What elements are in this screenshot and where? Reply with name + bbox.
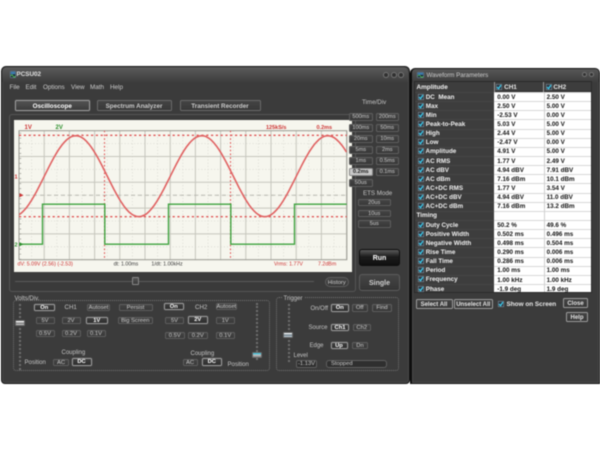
svg-text:1V: 1V [25,125,32,131]
svg-text:1/dt: 1.00kHz: 1/dt: 1.00kHz [151,262,183,268]
svg-text:7.2dBm: 7.2dBm [318,262,337,268]
svg-text:dV: 5.09V (2.56) (-2.53): dV: 5.09V (2.56) (-2.53) [18,262,74,268]
svg-text:Vrms: 1.77V: Vrms: 1.77V [274,262,303,268]
svg-text:2V: 2V [56,125,63,131]
svg-text:125kS/s: 125kS/s [266,125,287,131]
svg-text:0.2ms: 0.2ms [317,125,333,131]
svg-text:2: 2 [15,243,18,249]
svg-text:1: 1 [15,175,18,181]
svg-text:dt: 1.00ms: dt: 1.00ms [114,262,139,268]
